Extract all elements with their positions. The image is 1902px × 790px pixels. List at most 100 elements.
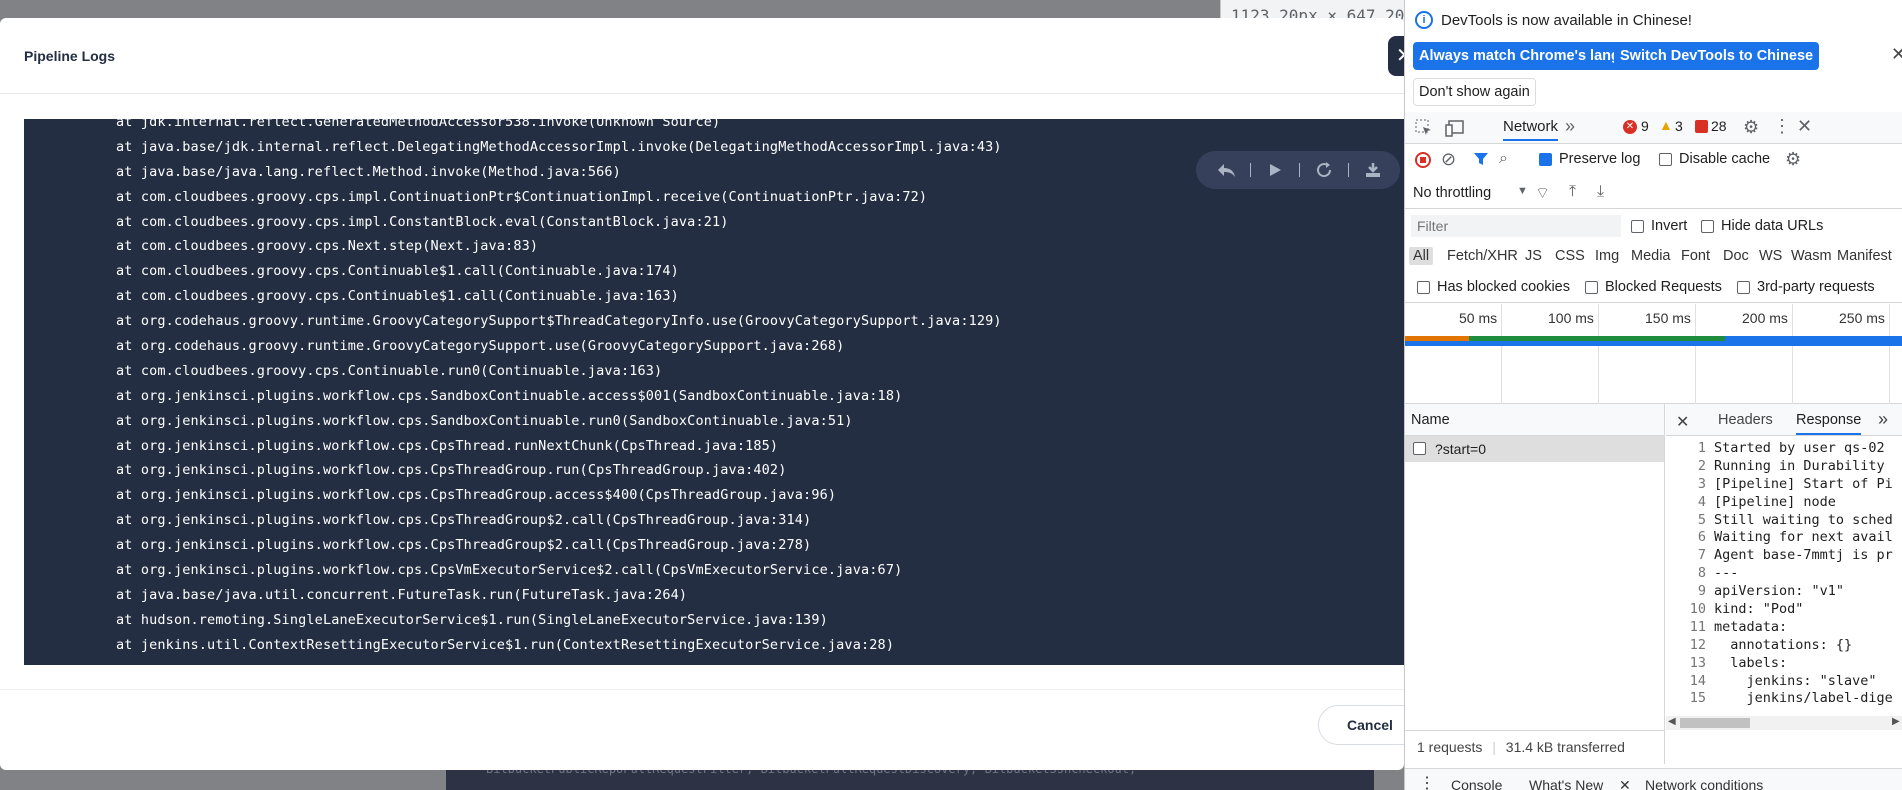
drawer-tab-network-conditions[interactable]: Network conditions bbox=[1645, 777, 1763, 790]
line-text: Running in Durability bbox=[1714, 457, 1885, 474]
type-filter-js[interactable]: JS bbox=[1525, 248, 1542, 264]
requests-count: 1 requests bbox=[1417, 739, 1483, 755]
name-column-header[interactable]: Name bbox=[1405, 404, 1664, 436]
warning-icon[interactable]: ▲ bbox=[1659, 117, 1673, 133]
search-icon[interactable]: ⌕ bbox=[1499, 150, 1508, 168]
preserve-log-label: Preserve log bbox=[1559, 151, 1641, 167]
cancel-button[interactable]: Cancel bbox=[1318, 705, 1404, 745]
refresh-icon[interactable] bbox=[1312, 158, 1336, 182]
throttling-select[interactable]: No throttling bbox=[1413, 185, 1491, 201]
line-number: 6 bbox=[1697, 529, 1706, 546]
blocked-requests-checkbox[interactable] bbox=[1585, 281, 1598, 294]
drawer-tab-console[interactable]: Console bbox=[1451, 777, 1502, 790]
type-filter-ws[interactable]: WS bbox=[1759, 248, 1782, 264]
log-line: at org.jenkinsci.plugins.workflow.cps.Cp… bbox=[116, 437, 779, 454]
type-filter-manifest[interactable]: Manifest bbox=[1837, 248, 1892, 264]
type-filter-img[interactable]: Img bbox=[1595, 248, 1619, 264]
tab-headers[interactable]: Headers bbox=[1718, 412, 1773, 428]
preserve-log-checkbox[interactable] bbox=[1539, 153, 1552, 166]
switch-to-chinese-button[interactable]: Switch DevTools to Chinese bbox=[1614, 42, 1820, 70]
inspect-element-icon[interactable] bbox=[1415, 119, 1433, 140]
type-filter-css[interactable]: CSS bbox=[1555, 248, 1585, 264]
close-icon[interactable]: ✕ bbox=[1619, 777, 1631, 790]
third-party-checkbox[interactable] bbox=[1737, 281, 1750, 294]
filter-input[interactable] bbox=[1411, 215, 1621, 237]
tab-response[interactable]: Response bbox=[1796, 412, 1862, 435]
third-party-label: 3rd-party requests bbox=[1757, 279, 1875, 295]
blocked-filters-row: Has blocked cookies Blocked Requests 3rd… bbox=[1405, 273, 1902, 303]
modal-close-button[interactable]: ✕ bbox=[1388, 36, 1404, 76]
timeline-tick: 150 ms bbox=[1645, 310, 1691, 326]
chevron-down-icon[interactable]: ▼ bbox=[1517, 185, 1528, 197]
scroll-right-icon[interactable]: ▶ bbox=[1892, 716, 1900, 727]
more-tabs-icon[interactable]: » bbox=[1565, 116, 1575, 137]
has-blocked-cookies-checkbox[interactable] bbox=[1417, 281, 1430, 294]
line-text: metadata: bbox=[1714, 618, 1788, 635]
record-icon[interactable] bbox=[1415, 152, 1431, 168]
horizontal-scrollbar[interactable]: ◀ ▶ bbox=[1666, 716, 1902, 730]
line-text: [Pipeline] node bbox=[1714, 493, 1836, 510]
filter-icon[interactable] bbox=[1473, 151, 1489, 170]
hide-data-urls-checkbox[interactable] bbox=[1701, 220, 1714, 233]
network-settings-icon[interactable]: ⚙ bbox=[1785, 149, 1801, 170]
type-filter-media[interactable]: Media bbox=[1631, 248, 1671, 264]
response-body[interactable]: 1 Started by user qs-02 2 Running in Durabi… bbox=[1666, 440, 1902, 716]
line-text: Agent base-7mmtj is pr bbox=[1714, 547, 1893, 564]
line-number: 14 bbox=[1689, 672, 1706, 689]
grid-line bbox=[1792, 304, 1793, 404]
modal-header: Pipeline Logs ✕ bbox=[0, 18, 1404, 94]
grid-line bbox=[1501, 304, 1502, 404]
network-conditions-icon[interactable]: ⌔ bbox=[1535, 183, 1550, 203]
line-number: 11 bbox=[1689, 618, 1706, 635]
scrollbar-thumb[interactable] bbox=[1680, 718, 1750, 728]
scroll-left-icon[interactable]: ◀ bbox=[1668, 716, 1676, 727]
invert-checkbox[interactable] bbox=[1631, 220, 1644, 233]
close-icon[interactable]: ✕ bbox=[1891, 44, 1902, 65]
log-line: at org.codehaus.groovy.runtime.GroovyCat… bbox=[116, 338, 845, 355]
drawer-tab-whats-new[interactable]: What's New bbox=[1529, 777, 1603, 790]
log-line: at org.codehaus.groovy.runtime.GroovyCat… bbox=[116, 313, 1002, 330]
toolbar-divider bbox=[1299, 163, 1300, 177]
log-output[interactable]: at jdk.internal.reflect.GeneratedMethodA… bbox=[24, 119, 1404, 665]
type-filter-fetch-xhr[interactable]: Fetch/XHR bbox=[1447, 248, 1518, 264]
issues-icon[interactable] bbox=[1695, 120, 1708, 133]
clear-icon[interactable]: ⊘ bbox=[1441, 149, 1456, 170]
more-tabs-icon[interactable]: » bbox=[1878, 409, 1888, 430]
export-har-icon[interactable]: ⤓ bbox=[1597, 183, 1604, 201]
network-overview-timeline[interactable]: 50 ms 100 ms 150 ms 200 ms 250 ms bbox=[1405, 304, 1902, 404]
play-icon[interactable] bbox=[1263, 158, 1287, 182]
error-icon[interactable]: ✕ bbox=[1623, 120, 1637, 134]
settings-gear-icon[interactable]: ⚙ bbox=[1743, 117, 1759, 138]
grid-line bbox=[1695, 304, 1696, 404]
reply-icon[interactable] bbox=[1214, 158, 1238, 182]
log-lines: at jdk.internal.reflect.GeneratedMethodA… bbox=[116, 119, 1002, 658]
type-filter-font[interactable]: Font bbox=[1681, 248, 1710, 264]
request-checkbox[interactable] bbox=[1413, 442, 1426, 455]
disable-cache-label: Disable cache bbox=[1679, 151, 1771, 167]
tab-network[interactable]: Network bbox=[1503, 118, 1559, 141]
response-line: 10 kind: "Pod" bbox=[1666, 601, 1902, 619]
type-filter-wasm[interactable]: Wasm bbox=[1791, 248, 1832, 264]
modal-footer: Cancel bbox=[0, 689, 1404, 770]
type-filter-doc[interactable]: Doc bbox=[1723, 248, 1749, 264]
response-line: 7 Agent base-7mmtj is pr bbox=[1666, 547, 1902, 565]
line-number: 1 bbox=[1697, 440, 1706, 456]
line-number: 10 bbox=[1689, 601, 1706, 618]
info-icon: i bbox=[1415, 11, 1433, 29]
timeline-tick: 50 ms bbox=[1459, 310, 1498, 326]
close-devtools-icon[interactable]: ✕ bbox=[1797, 116, 1812, 137]
import-har-icon[interactable]: ⤒ bbox=[1569, 183, 1576, 201]
type-filter-all[interactable]: All bbox=[1409, 247, 1434, 265]
log-line: at com.cloudbees.groovy.cps.Continuable$… bbox=[116, 288, 679, 305]
download-icon[interactable] bbox=[1361, 158, 1385, 182]
request-row[interactable]: ?start=0 bbox=[1405, 436, 1664, 462]
dont-show-again-button[interactable]: Don't show again bbox=[1413, 78, 1536, 106]
pipeline-logs-modal: Pipeline Logs ✕ at jdk.internal.reflect.… bbox=[0, 18, 1404, 770]
close-detail-icon[interactable]: ✕ bbox=[1676, 412, 1689, 432]
device-toolbar-icon[interactable] bbox=[1445, 119, 1465, 140]
devtools-tab-bar: Network » ✕ 9 ▲ 3 28 ⚙ ⋮ ✕ bbox=[1405, 112, 1902, 144]
kebab-menu-icon[interactable]: ⋮ bbox=[1773, 116, 1791, 137]
disable-cache-checkbox[interactable] bbox=[1659, 153, 1672, 166]
drawer-menu-icon[interactable]: ⋮ bbox=[1419, 773, 1435, 790]
response-line: 3 [Pipeline] Start of Pi bbox=[1666, 476, 1902, 494]
